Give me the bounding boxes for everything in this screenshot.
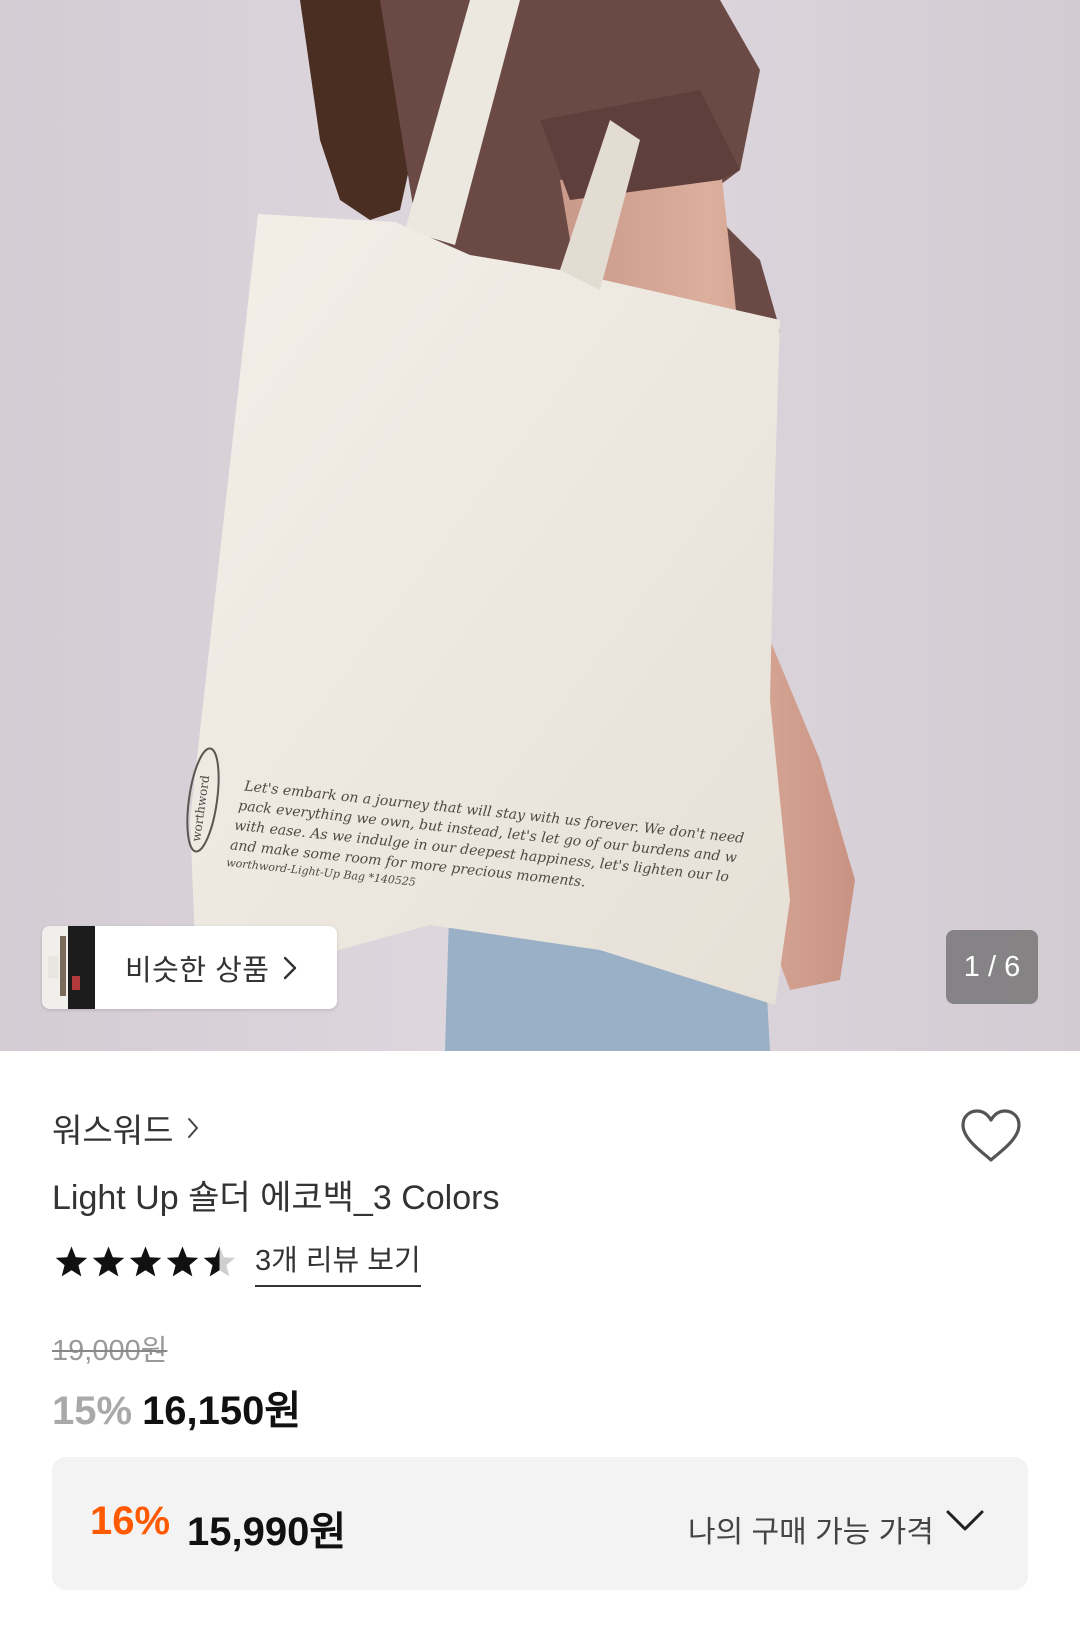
rating-row: 3개 리뷰 보기 — [54, 1237, 421, 1287]
discount-rate: 15% — [52, 1389, 133, 1433]
star-icon — [129, 1246, 162, 1277]
wishlist-button[interactable] — [955, 1104, 1027, 1168]
chevron-down-icon — [945, 1509, 985, 1538]
original-price: 19,000원 — [52, 1335, 168, 1367]
similar-product-thumbnail — [42, 926, 95, 1009]
star-icon — [92, 1246, 125, 1277]
star-icon — [203, 1246, 236, 1277]
star-rating — [54, 1245, 239, 1279]
product-image-gallery[interactable]: worthword Let's embark on a journey that… — [0, 0, 1080, 1051]
product-photo: worthword Let's embark on a journey that… — [0, 0, 1080, 1051]
my-price-label: 나의 구매 가능 가격 — [688, 1516, 934, 1549]
my-price-dropdown[interactable]: 16% 15,990원 나의 구매 가능 가격 — [52, 1457, 1028, 1590]
my-price-value: 15,990원 — [187, 1510, 347, 1554]
reviews-link[interactable]: 3개 리뷰 보기 — [255, 1237, 421, 1287]
sale-price: 16,150원 — [142, 1389, 302, 1433]
brand-name: 워스워드 — [52, 1112, 174, 1149]
similar-products-button[interactable]: 비슷한 상품 — [42, 926, 337, 1009]
product-title: Light Up 숄더 에코백_3 Colors — [52, 1179, 500, 1217]
price-row: 15% 16,150원 — [52, 1378, 301, 1436]
heart-outline-icon — [961, 1109, 1021, 1162]
chevron-right-icon — [283, 956, 297, 980]
my-price-discount: 16% — [90, 1499, 171, 1543]
brand-link[interactable]: 워스워드 — [52, 1104, 199, 1152]
image-page-counter: 1 / 6 — [946, 930, 1038, 1004]
chevron-right-icon — [187, 1117, 199, 1139]
star-icon — [55, 1246, 88, 1277]
similar-products-label: 비슷한 상품 — [125, 954, 270, 987]
star-icon — [166, 1246, 199, 1277]
